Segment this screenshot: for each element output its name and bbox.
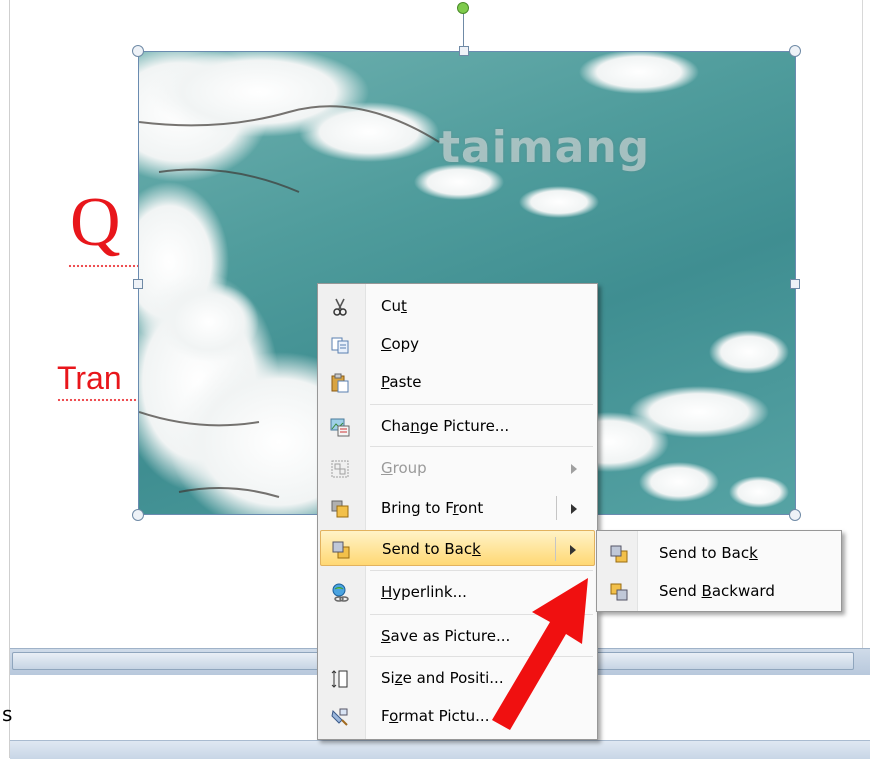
send-to-back-icon bbox=[610, 545, 628, 563]
resize-handle-top[interactable] bbox=[459, 46, 469, 56]
menu-item-label: Send to Back bbox=[659, 544, 758, 562]
menu-item-label: Hyperlink... bbox=[381, 583, 467, 601]
resize-handle-left[interactable] bbox=[133, 279, 143, 289]
spellcheck-underline bbox=[68, 264, 138, 268]
menu-item-send-to-back[interactable]: Send to Back bbox=[320, 530, 595, 566]
split-divider bbox=[556, 496, 557, 520]
notes-text: s bbox=[2, 702, 13, 726]
bottom-status-bar bbox=[10, 740, 870, 759]
hyperlink-icon bbox=[332, 583, 349, 602]
change-picture-icon bbox=[330, 418, 350, 437]
resize-handle-right[interactable] bbox=[790, 279, 800, 289]
menu-item-label: Bring to Front bbox=[381, 499, 484, 517]
menu-item-label: Send to Back bbox=[382, 540, 481, 558]
submenu-arrow-icon[interactable] bbox=[571, 504, 577, 514]
bring-to-front-icon bbox=[331, 500, 349, 518]
menu-item-cut[interactable]: Cut bbox=[320, 288, 595, 324]
submenu-item-send-to-back[interactable]: Send to Back bbox=[599, 535, 839, 571]
resize-handle-top-right[interactable] bbox=[789, 45, 801, 57]
resize-handle-bottom-left[interactable] bbox=[132, 509, 144, 521]
annotation-arrow-icon bbox=[492, 578, 588, 730]
copy-icon bbox=[331, 337, 349, 354]
menu-item-change-picture[interactable]: Change Picture... bbox=[320, 408, 595, 444]
split-divider bbox=[555, 537, 556, 561]
menu-item-label: Cut bbox=[381, 297, 407, 315]
menu-item-label: Group bbox=[381, 459, 427, 477]
watermark-text: taimang bbox=[439, 122, 651, 173]
submenu-item-send-backward[interactable]: Send Backward bbox=[599, 573, 839, 609]
menu-item-label: Copy bbox=[381, 335, 420, 353]
menu-item-paste[interactable]: Paste bbox=[320, 364, 595, 400]
scissors-icon bbox=[333, 298, 347, 316]
menu-item-label: Paste bbox=[381, 373, 422, 391]
menu-item-bring-to-front[interactable]: Bring to Front bbox=[320, 490, 595, 526]
format-picture-icon bbox=[331, 708, 348, 726]
group-icon bbox=[331, 460, 349, 478]
menu-item-label: Change Picture... bbox=[381, 417, 510, 435]
send-backward-icon bbox=[610, 583, 628, 601]
left-panel-edge bbox=[0, 0, 10, 758]
submenu-arrow-icon bbox=[571, 464, 577, 474]
submenu-arrow-icon[interactable] bbox=[570, 545, 576, 555]
rotation-line bbox=[463, 8, 464, 48]
menu-separator bbox=[370, 404, 593, 405]
paste-icon bbox=[331, 373, 349, 393]
menu-item-group[interactable]: Group bbox=[320, 450, 595, 486]
size-position-icon bbox=[331, 670, 348, 688]
menu-item-label: Send Backward bbox=[659, 582, 775, 600]
spellcheck-underline bbox=[57, 398, 139, 402]
send-to-back-icon bbox=[332, 541, 350, 559]
menu-item-copy[interactable]: Copy bbox=[320, 326, 595, 362]
resize-handle-top-left[interactable] bbox=[132, 45, 144, 57]
resize-handle-bottom-right[interactable] bbox=[789, 509, 801, 521]
slide-subtitle-text[interactable]: Tran bbox=[57, 362, 122, 394]
slide-title-text[interactable]: Q bbox=[70, 188, 121, 258]
send-to-back-submenu: Send to Back Send Backward bbox=[596, 530, 842, 612]
rotate-handle[interactable] bbox=[457, 2, 469, 14]
menu-separator bbox=[370, 446, 593, 447]
